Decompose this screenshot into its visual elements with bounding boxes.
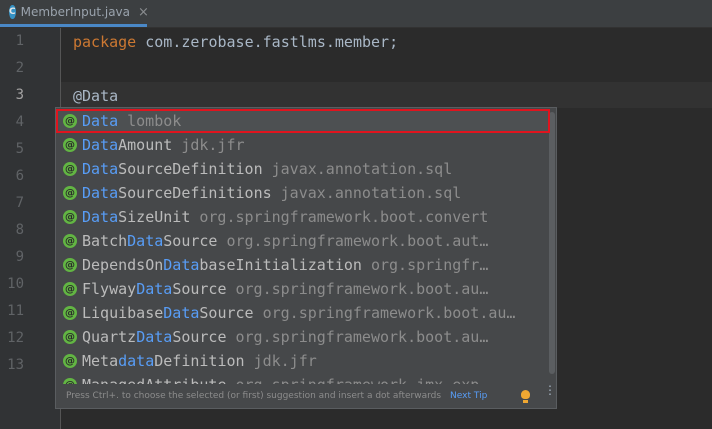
completion-item-package: javax.annotation.sql	[280, 184, 462, 202]
completion-item[interactable]: @ DataAmount jdk.jfr	[56, 133, 550, 157]
completion-item-name: QuartzDataSource	[82, 328, 227, 346]
line-number: 6	[15, 168, 24, 184]
annotation-icon: @	[63, 162, 77, 176]
annotation-icon: @	[63, 306, 77, 320]
completion-item-name: Data	[82, 112, 119, 130]
tab-label: MemberInput.java	[20, 5, 130, 19]
next-tip-link[interactable]: Next Tip	[450, 391, 487, 401]
popup-footer: Press Ctrl+. to choose the selected (or …	[56, 384, 556, 408]
completion-item[interactable]: @ BatchDataSource org.springframework.bo…	[56, 229, 550, 253]
completion-item[interactable]: @ DataSourceDefinition javax.annotation.…	[56, 157, 550, 181]
completion-item[interactable]: @ Data lombok	[56, 109, 550, 133]
completion-item-package: org.springframework.boot.au…	[262, 304, 516, 322]
more-options-icon[interactable]: ⋮	[544, 384, 556, 396]
line-number: 3	[15, 87, 24, 103]
annotation-icon: @	[63, 138, 77, 152]
annotation-icon: @	[63, 282, 77, 296]
completion-item[interactable]: @ MetadataDefinition jdk.jfr	[56, 349, 550, 373]
completion-item-name: DataSourceDefinition	[82, 160, 263, 178]
completion-item-name: FlywayDataSource	[82, 280, 227, 298]
completion-item-package: org.springframework.boot.au…	[235, 328, 489, 346]
completion-item-name: DataSizeUnit	[82, 208, 191, 226]
completion-item-name: DataSourceDefinitions	[82, 184, 272, 202]
editor-tab-bar: C MemberInput.java ×	[0, 0, 712, 28]
line-number: 4	[15, 114, 24, 130]
code-line-package[interactable]: package com.zerobase.fastlms.member;	[73, 30, 398, 54]
completion-item-package: jdk.jfr	[181, 136, 245, 154]
annotation-icon: @	[63, 330, 77, 344]
annotation-text: @Data	[73, 87, 119, 105]
completion-item-package: org.springframework.boot.au…	[235, 280, 489, 298]
completion-item[interactable]: @ LiquibaseDataSource org.springframewor…	[56, 301, 550, 325]
line-number: 2	[15, 60, 24, 76]
code-completion-popup: @ Data lombok @ DataAmount jdk.jfr @ Dat…	[55, 107, 557, 409]
completion-item[interactable]: @ FlywayDataSource org.springframework.b…	[56, 277, 550, 301]
completion-item[interactable]: @ DataSourceDefinitions javax.annotation…	[56, 181, 550, 205]
keyword-package: package	[73, 33, 137, 51]
tab-memberinput-java[interactable]: C MemberInput.java ×	[0, 0, 149, 27]
completion-item-name: BatchDataSource	[82, 232, 218, 250]
java-class-icon: C	[9, 5, 16, 19]
line-number: 8	[15, 222, 24, 238]
current-line-highlight	[61, 82, 712, 108]
completion-item[interactable]: @ QuartzDataSource org.springframework.b…	[56, 325, 550, 349]
line-number: 1	[15, 33, 24, 49]
completion-item-package: org.springframework.boot.convert	[199, 208, 489, 226]
close-icon[interactable]: ×	[138, 5, 149, 20]
completion-item-package: org.springfr…	[370, 256, 489, 274]
completion-item[interactable]: @ DependsOnDatabaseInitialization org.sp…	[56, 253, 550, 277]
footer-hint-text: Press Ctrl+. to choose the selected (or …	[66, 391, 442, 401]
completion-item-package: org.springframework.boot.aut…	[226, 232, 489, 250]
completion-item-name: LiquibaseDataSource	[82, 304, 254, 322]
line-number: 9	[15, 249, 24, 265]
completion-item-name: MetadataDefinition	[82, 352, 245, 370]
line-number: 11	[7, 303, 24, 319]
annotation-icon: @	[63, 114, 77, 128]
lightbulb-icon[interactable]	[521, 390, 530, 403]
annotation-icon: @	[63, 258, 77, 272]
completion-item-package: javax.annotation.sql	[271, 160, 453, 178]
annotation-icon: @	[63, 210, 77, 224]
completion-item-package: jdk.jfr	[253, 352, 317, 370]
line-number: 10	[7, 276, 24, 292]
line-number: 5	[15, 141, 24, 157]
annotation-icon: @	[63, 234, 77, 248]
completion-item[interactable]: @ DataSizeUnit org.springframework.boot.…	[56, 205, 550, 229]
completion-item-package: lombok	[127, 112, 182, 130]
line-number: 13	[7, 357, 24, 373]
completion-item-name: DataAmount	[82, 136, 173, 154]
annotation-icon: @	[63, 186, 77, 200]
annotation-icon: @	[63, 354, 77, 368]
line-number: 12	[7, 330, 24, 346]
package-name: com.zerobase.fastlms.member;	[136, 33, 399, 51]
line-number: 7	[15, 195, 24, 211]
code-line-annotation[interactable]: @Data	[73, 84, 118, 108]
completion-item-name: DependsOnDatabaseInitialization	[82, 256, 362, 274]
